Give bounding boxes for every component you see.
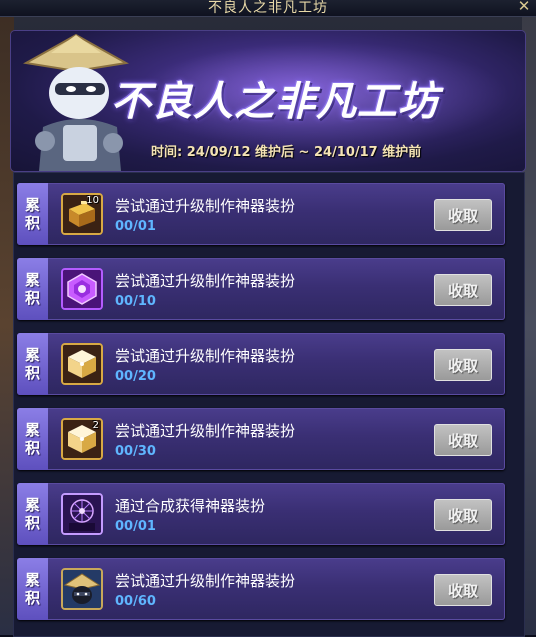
task-row: 累积 2 尝试通过升级制作神器装扮 00/30 收取	[17, 408, 505, 470]
task-row: 累积 尝试通过升级制作神器装扮 00/10 收取	[17, 258, 505, 320]
cumulative-tag: 累积	[17, 183, 48, 245]
item-count: 10	[86, 195, 99, 206]
ninja-avatar-icon[interactable]	[61, 568, 103, 610]
cumulative-tag: 累积	[17, 258, 48, 320]
task-description: 尝试通过升级制作神器装扮	[115, 272, 296, 290]
purple-token-icon[interactable]	[61, 268, 103, 310]
task-description: 通过合成获得神器装扮	[115, 497, 266, 515]
claim-button[interactable]: 收取	[434, 199, 492, 231]
event-time: 时间: 24/09/12 维护后 ~ 24/10/17 维护前	[151, 145, 422, 160]
gold-crate-icon[interactable]: 10	[61, 193, 103, 235]
task-progress: 00/30	[115, 444, 156, 459]
claim-button[interactable]: 收取	[434, 349, 492, 381]
window-title: 不良人之非凡工坊	[208, 0, 328, 16]
event-banner: 不良人之非凡工坊 时间: 24/09/12 维护后 ~ 24/10/17 维护前	[11, 31, 525, 171]
claim-button[interactable]: 收取	[434, 274, 492, 306]
artifact-icon[interactable]	[61, 493, 103, 535]
claim-button[interactable]: 收取	[434, 499, 492, 531]
cumulative-tag: 累积	[17, 333, 48, 395]
claim-button[interactable]: 收取	[434, 574, 492, 606]
task-row: 累积 通过合成获得神器装扮 00/01 收取	[17, 483, 505, 545]
task-description: 尝试通过升级制作神器装扮	[115, 347, 296, 365]
claim-button[interactable]: 收取	[434, 424, 492, 456]
title-bar: 不良人之非凡工坊 ✕	[0, 0, 536, 17]
cumulative-tag: 累积	[17, 483, 48, 545]
event-window: 不良人之非凡工坊 ✕ 不良人之非凡工坊 时间: 24/09/12 维护后 ~ 2…	[0, 0, 536, 637]
task-progress: 00/60	[115, 594, 156, 609]
task-description: 尝试通过升级制作神器装扮	[115, 422, 296, 440]
task-progress: 00/10	[115, 294, 156, 309]
task-progress: 00/01	[115, 519, 156, 534]
gold-cube-icon[interactable]	[61, 343, 103, 385]
task-progress: 00/01	[115, 219, 156, 234]
banner-title: 不良人之非凡工坊	[111, 79, 439, 125]
cumulative-tag: 累积	[17, 408, 48, 470]
task-description: 尝试通过升级制作神器装扮	[115, 572, 296, 590]
task-row: 累积 尝试通过升级制作神器装扮 00/20 收取	[17, 333, 505, 395]
task-progress: 00/20	[115, 369, 156, 384]
item-count: 2	[92, 420, 99, 431]
gold-cube-icon[interactable]: 2	[61, 418, 103, 460]
close-icon[interactable]: ✕	[516, 0, 532, 14]
cumulative-tag: 累积	[17, 558, 48, 620]
task-row: 累积 尝试通过升级制作神器装扮 00/60 收取	[17, 558, 505, 620]
task-description: 尝试通过升级制作神器装扮	[115, 197, 296, 215]
task-row: 累积 10 尝试通过升级制作神器装扮 00/01 收取	[17, 183, 505, 245]
